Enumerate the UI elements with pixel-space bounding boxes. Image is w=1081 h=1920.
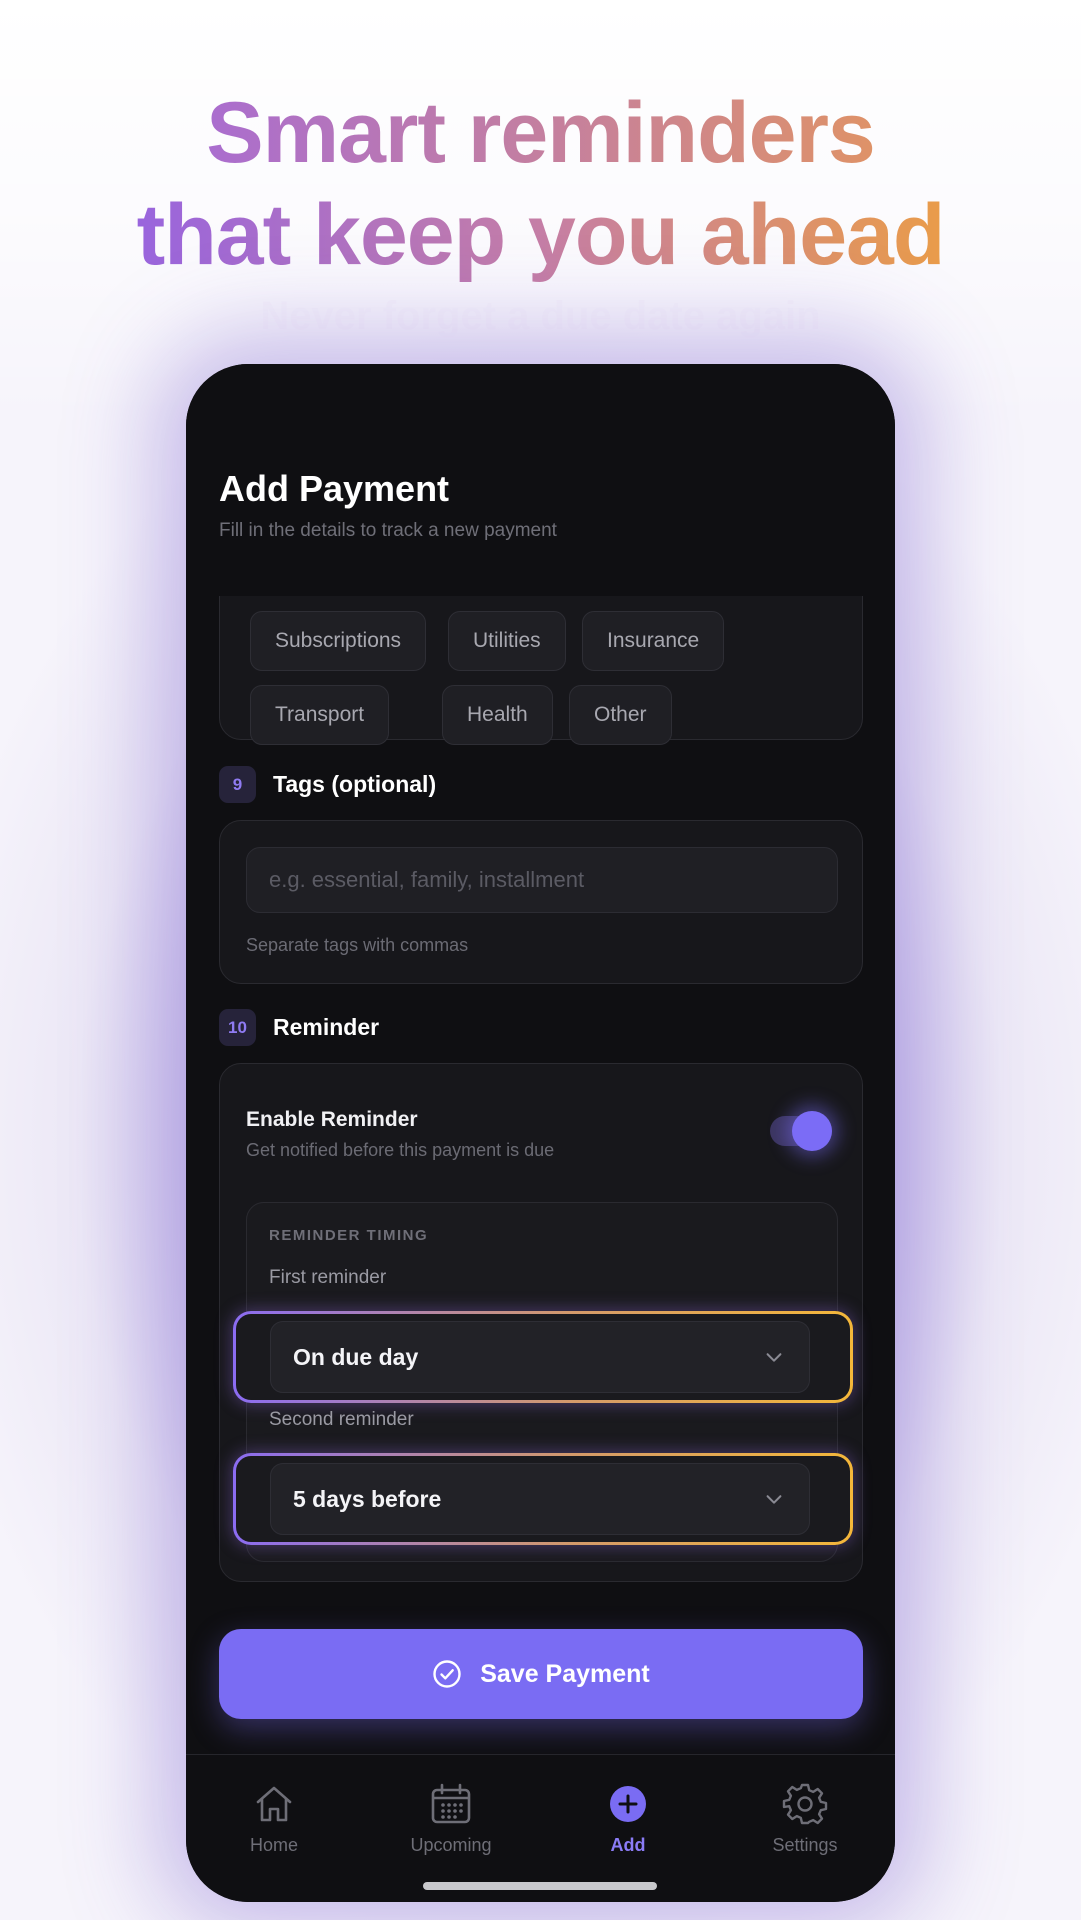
enable-reminder-description: Get notified before this payment is due bbox=[246, 1140, 555, 1160]
gear-icon bbox=[782, 1783, 828, 1825]
second-reminder-highlight: 5 days before bbox=[233, 1453, 853, 1545]
step-badge: 10 bbox=[219, 1009, 256, 1046]
tab-home-label: Home bbox=[249, 1835, 298, 1855]
chevron-down-icon bbox=[766, 1353, 782, 1362]
phone-frame: Subscriptions Utilities Insurance Transp… bbox=[186, 364, 895, 1902]
bottom-tab-bar: Home Upcoming Add Settings bbox=[186, 1754, 895, 1902]
first-reminder-highlight: On due day bbox=[233, 1311, 853, 1403]
home-indicator bbox=[423, 1882, 657, 1890]
tags-section-label: Tags (optional) bbox=[273, 771, 437, 797]
page-subtitle: Fill in the details to track a new payme… bbox=[219, 520, 557, 541]
enable-reminder-toggle[interactable] bbox=[770, 1111, 832, 1151]
tags-section-header: 9 Tags (optional) bbox=[219, 766, 436, 803]
enable-reminder-label: Enable Reminder bbox=[246, 1108, 418, 1131]
reminder-section-label: Reminder bbox=[273, 1014, 380, 1040]
save-payment-label: Save Payment bbox=[480, 1659, 650, 1688]
reminder-timing-card: REMINDER TIMING First reminder On due da… bbox=[236, 1202, 850, 1562]
promo-subheadline: Never forget a due date again bbox=[260, 294, 821, 338]
tab-settings[interactable]: Settings bbox=[745, 1781, 865, 1856]
tab-add[interactable]: Add bbox=[568, 1781, 688, 1856]
category-chip-subscriptions[interactable]: Subscriptions bbox=[250, 611, 427, 671]
reminder-section-header: 10 Reminder bbox=[219, 1009, 379, 1046]
check-circle-icon bbox=[433, 1660, 461, 1688]
tab-upcoming[interactable]: Upcoming bbox=[391, 1781, 511, 1856]
toggle-knob bbox=[792, 1111, 832, 1151]
step-badge: 9 bbox=[219, 766, 256, 803]
home-icon bbox=[256, 1786, 292, 1822]
tab-home[interactable]: Home bbox=[214, 1781, 334, 1856]
category-chip-utilities[interactable]: Utilities bbox=[448, 611, 566, 671]
headline-line-2: that keep you ahead bbox=[0, 184, 1081, 286]
category-chip-transport[interactable]: Transport bbox=[250, 685, 390, 745]
headline-line-1: Smart reminders bbox=[0, 82, 1081, 184]
category-chip-health[interactable]: Health bbox=[442, 685, 553, 745]
plus-circle-icon bbox=[610, 1786, 646, 1822]
tab-upcoming-label: Upcoming bbox=[410, 1835, 492, 1855]
first-reminder-value: On due day bbox=[293, 1344, 419, 1370]
first-reminder-label: First reminder bbox=[269, 1267, 387, 1288]
chevron-down-icon bbox=[766, 1495, 782, 1504]
category-chip-insurance[interactable]: Insurance bbox=[582, 611, 725, 671]
calendar-icon bbox=[431, 1783, 471, 1824]
tags-helper-text: Separate tags with commas bbox=[246, 935, 469, 955]
tab-settings-label: Settings bbox=[772, 1835, 838, 1855]
page-title: Add Payment bbox=[219, 468, 450, 509]
second-reminder-value: 5 days before bbox=[293, 1486, 442, 1512]
reminder-card: Enable Reminder Get notified before this… bbox=[219, 1063, 863, 1582]
screen-header: Add Payment Fill in the details to track… bbox=[186, 364, 895, 596]
first-reminder-select[interactable]: On due day bbox=[270, 1321, 810, 1393]
second-reminder-label: Second reminder bbox=[269, 1409, 414, 1430]
reminder-timing-label: REMINDER TIMING bbox=[269, 1227, 429, 1244]
save-payment-button[interactable]: Save Payment bbox=[219, 1629, 863, 1719]
promo-headline: Smart reminders that keep you ahead bbox=[0, 82, 1081, 286]
category-chip-other[interactable]: Other bbox=[569, 685, 672, 745]
tab-add-label: Add bbox=[610, 1835, 646, 1855]
tags-card: e.g. essential, family, installment Sepa… bbox=[219, 820, 863, 984]
second-reminder-select[interactable]: 5 days before bbox=[270, 1463, 810, 1535]
tags-input[interactable]: e.g. essential, family, installment bbox=[246, 847, 838, 913]
